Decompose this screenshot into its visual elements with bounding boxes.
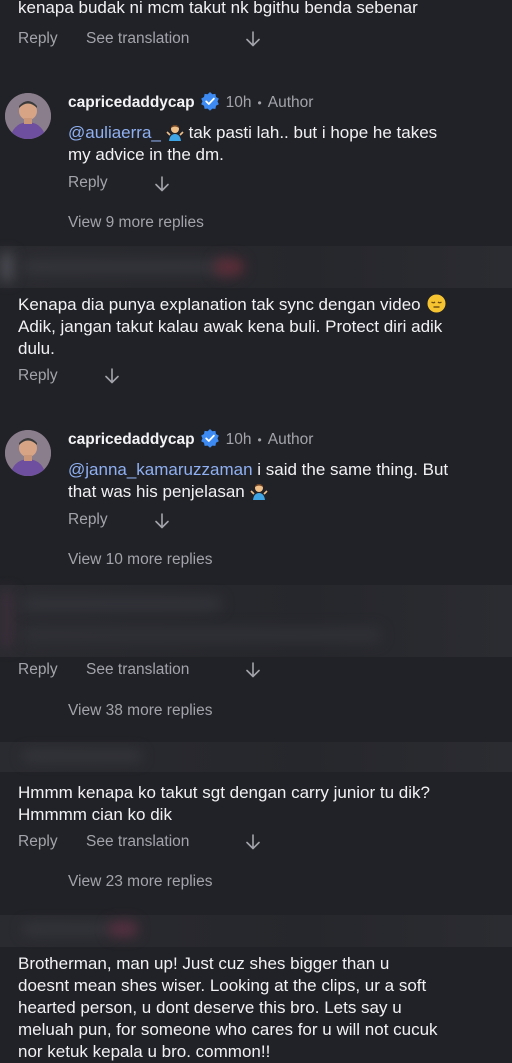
arrow-down-icon[interactable] [244,30,262,48]
view-more-replies[interactable]: View 23 more replies [68,873,212,891]
verified-badge-icon [200,91,220,111]
arrow-down-icon[interactable] [153,175,171,193]
see-translation-button[interactable]: See translation [86,661,189,679]
comment-text-line: doesnt mean shes wiser. Looking at the c… [18,976,427,995]
comment-text-line: Adik, jangan takut kalau awak kena buli.… [18,317,443,336]
timestamp: 10h [225,94,252,111]
username[interactable]: capricedaddycap [68,431,195,448]
comment-text-line: nor ketuk kepala u bro. common!! [18,1042,271,1061]
separator-dot: • [257,433,262,447]
separator-dot: • [257,96,262,110]
avatar[interactable] [5,93,51,139]
comment-text-line: Hmmm kenapa ko takut sgt dengan carry ju… [18,783,430,802]
mention-link[interactable]: @janna_kamaruzzaman [68,460,253,479]
comment-text: kenapa budak ni mcm takut nk bgithu bend… [18,0,418,17]
person-shrugging-emoji [250,482,268,506]
reply-button[interactable]: Reply [68,174,108,192]
comment-text-line: dulu. [18,339,55,358]
author-label: Author [267,94,314,111]
timestamp: 10h [225,431,252,448]
reply-button[interactable]: Reply [18,833,58,851]
arrow-down-icon[interactable] [103,367,121,385]
arrow-down-icon[interactable] [244,833,262,851]
comment-text-line: that was his penjelasan [68,482,245,501]
comment-text-line: Brotherman, man up! Just cuz shes bigger… [18,954,390,973]
arrow-down-icon[interactable] [244,661,262,679]
reply-button[interactable]: Reply [18,661,58,679]
author-label: Author [267,431,314,448]
view-more-replies[interactable]: View 9 more replies [68,214,204,232]
view-more-replies[interactable]: View 38 more replies [68,702,212,720]
blurred-comment-header [0,742,512,772]
comment-text-line: Hmmmm cian ko dik [18,805,172,824]
see-translation-button[interactable]: See translation [86,30,189,48]
comment-text-line: meluah pun, for someone who cares for u … [18,1020,438,1039]
blurred-comment [0,585,512,657]
view-more-replies[interactable]: View 10 more replies [68,551,212,569]
see-translation-button[interactable]: See translation [86,833,189,851]
comment-text: i said the same thing. But [252,460,449,479]
username[interactable]: capricedaddycap [68,94,195,111]
blurred-comment-header [0,246,512,288]
comment-text-line: Kenapa dia punya explanation tak sync de… [18,295,421,314]
verified-badge-icon [200,428,220,448]
reply-button[interactable]: Reply [18,30,58,48]
avatar[interactable] [5,430,51,476]
comment-text: tak pasti lah.. but i hope he takes [183,123,438,142]
blurred-comment-header [0,915,512,947]
reply-button[interactable]: Reply [18,367,58,385]
reply-button[interactable]: Reply [68,511,108,529]
comment-text-line: my advice in the dm. [68,145,224,164]
comment-text-line: hearted person, u dont deserve this bro.… [18,998,402,1017]
mention-link[interactable]: @auliaerra_ [68,123,161,142]
arrow-down-icon[interactable] [153,512,171,530]
